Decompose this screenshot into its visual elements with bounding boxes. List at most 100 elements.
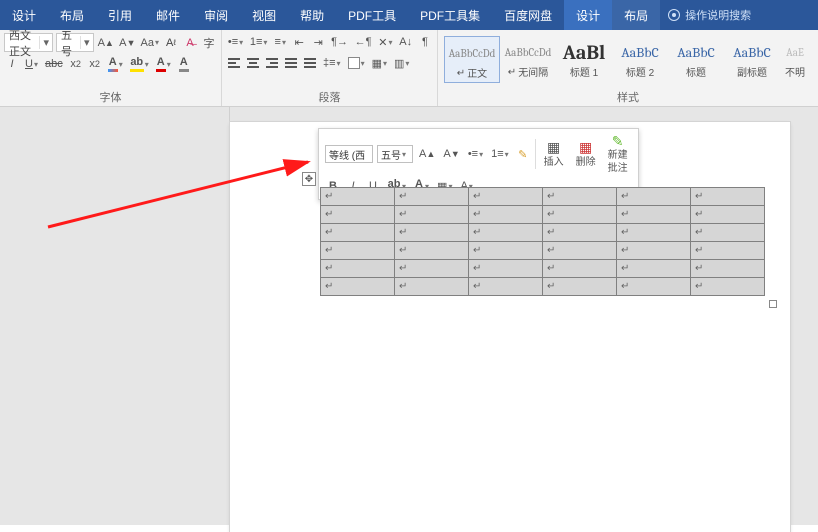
asian-layout-button[interactable]: ✕▾: [376, 33, 394, 51]
table-cell[interactable]: ↵: [321, 224, 395, 242]
italic-button[interactable]: I: [4, 55, 20, 73]
document-page[interactable]: 等线 (西 五号▾ A▲ A▼ •≡▾ 1≡▾ ✎ ▦ 插入 ▦ 删除 ✎: [230, 122, 790, 532]
table-cell[interactable]: ↵: [617, 260, 691, 278]
bullets-button[interactable]: •≡▾: [226, 33, 245, 51]
font-color-button[interactable]: A▾: [154, 55, 173, 73]
table-cell[interactable]: ↵: [617, 206, 691, 224]
tab-pdf-tools[interactable]: PDF工具: [336, 0, 408, 30]
table-move-handle[interactable]: ✥: [302, 172, 316, 186]
rtl-button[interactable]: ←¶: [353, 33, 374, 51]
style-normal[interactable]: AaBbCcDd ↵正文: [444, 36, 500, 83]
table-cell[interactable]: ↵: [395, 260, 469, 278]
table-cell[interactable]: ↵: [395, 188, 469, 206]
table-cell[interactable]: ↵: [543, 278, 617, 296]
table-cell[interactable]: ↵: [617, 242, 691, 260]
tab-review[interactable]: 审阅: [192, 0, 240, 30]
table-cell[interactable]: ↵: [543, 224, 617, 242]
table-cell[interactable]: ↵: [321, 242, 395, 260]
style-more[interactable]: AaE 不明: [780, 36, 810, 83]
tab-pdf-tools-set[interactable]: PDF工具集: [408, 0, 492, 30]
table-cell[interactable]: ↵: [469, 278, 543, 296]
table-cell[interactable]: ↵: [469, 188, 543, 206]
phonetic-guide-button[interactable]: Aℓ: [163, 34, 179, 52]
document-table[interactable]: ↵↵↵↵↵↵↵↵↵↵↵↵↵↵↵↵↵↵↵↵↵↵↵↵↵↵↵↵↵↵↵↵↵↵↵↵: [320, 187, 765, 296]
tab-mailings[interactable]: 邮件: [144, 0, 192, 30]
table-resize-handle[interactable]: [769, 300, 777, 308]
clear-format-button[interactable]: A̶: [182, 34, 198, 52]
style-subtitle[interactable]: AaBbC 副标题: [724, 36, 780, 83]
table-cell[interactable]: ↵: [469, 242, 543, 260]
tab-design1[interactable]: 设计: [0, 0, 48, 30]
font-name-combo[interactable]: 西文正文 ▾: [4, 33, 53, 52]
shading-button[interactable]: ▾: [346, 54, 367, 72]
table-cell[interactable]: ↵: [469, 260, 543, 278]
table-cell[interactable]: ↵: [395, 206, 469, 224]
table-cell[interactable]: ↵: [395, 278, 469, 296]
table-cell[interactable]: ↵: [617, 224, 691, 242]
mini-numbering[interactable]: 1≡▾: [489, 145, 511, 163]
style-title[interactable]: AaBbC 标题: [668, 36, 724, 83]
table-cell[interactable]: ↵: [469, 206, 543, 224]
mini-font-size[interactable]: 五号▾: [377, 145, 413, 163]
tab-help[interactable]: 帮助: [288, 0, 336, 30]
mini-format-painter[interactable]: ✎: [515, 145, 531, 163]
char-shading-button[interactable]: A: [176, 55, 192, 73]
numbering-button[interactable]: 1≡▾: [248, 33, 269, 51]
table-cell[interactable]: ↵: [395, 242, 469, 260]
table-cell[interactable]: ↵: [543, 206, 617, 224]
ltr-button[interactable]: ¶→: [329, 33, 350, 51]
line-spacing-button[interactable]: ‡≡▾: [321, 54, 343, 72]
sort-button[interactable]: A↓: [397, 33, 414, 51]
grow-font-button[interactable]: A▲: [97, 34, 116, 52]
table-cell[interactable]: ↵: [691, 242, 765, 260]
mini-delete-button[interactable]: ▦ 删除: [572, 140, 600, 169]
tab-table-design[interactable]: 设计: [564, 0, 612, 30]
table-cell[interactable]: ↵: [469, 224, 543, 242]
align-right-button[interactable]: [264, 54, 280, 72]
style-heading2[interactable]: AaBbC 标题 2: [612, 36, 668, 83]
tab-references[interactable]: 引用: [96, 0, 144, 30]
mini-grow-font[interactable]: A▲: [417, 145, 437, 163]
text-effects-button[interactable]: A▾: [106, 55, 125, 73]
subscript-button[interactable]: x2: [68, 55, 84, 73]
table-cell[interactable]: ↵: [543, 242, 617, 260]
mini-bullets[interactable]: •≡▾: [466, 145, 485, 163]
change-case-button[interactable]: Aa▾: [140, 34, 160, 52]
table-cell[interactable]: ↵: [617, 278, 691, 296]
enclose-char-button[interactable]: 字: [201, 34, 217, 52]
style-no-spacing[interactable]: AaBbCcDd ↵无间隔: [500, 36, 556, 83]
table-cell[interactable]: ↵: [617, 188, 691, 206]
tab-view[interactable]: 视图: [240, 0, 288, 30]
mini-insert-button[interactable]: ▦ 插入: [540, 140, 568, 169]
borders-button[interactable]: ▦▾: [370, 54, 389, 72]
mini-font-name[interactable]: 等线 (西: [325, 145, 373, 163]
strikethrough-button[interactable]: abc: [43, 55, 65, 73]
snap-to-grid-button[interactable]: ▥▾: [392, 54, 411, 72]
show-marks-button[interactable]: ¶: [417, 33, 433, 51]
table-cell[interactable]: ↵: [543, 188, 617, 206]
decrease-indent-button[interactable]: ⇤: [291, 33, 307, 51]
style-heading1[interactable]: AaBl 标题 1: [556, 36, 612, 83]
increase-indent-button[interactable]: ⇥: [310, 33, 326, 51]
tab-table-layout[interactable]: 布局: [612, 0, 660, 30]
table-cell[interactable]: ↵: [321, 278, 395, 296]
tab-baidu-netdisk[interactable]: 百度网盘: [492, 0, 564, 30]
superscript-button[interactable]: x2: [87, 55, 103, 73]
mini-shrink-font[interactable]: A▼: [441, 145, 461, 163]
shrink-font-button[interactable]: A▼: [118, 34, 137, 52]
table-cell[interactable]: ↵: [321, 206, 395, 224]
table-cell[interactable]: ↵: [321, 260, 395, 278]
align-left-button[interactable]: [226, 54, 242, 72]
table-cell[interactable]: ↵: [395, 224, 469, 242]
table-cell[interactable]: ↵: [543, 260, 617, 278]
table-cell[interactable]: ↵: [691, 224, 765, 242]
underline-button[interactable]: U▾: [23, 55, 40, 73]
table-cell[interactable]: ↵: [691, 260, 765, 278]
table-cell[interactable]: ↵: [321, 188, 395, 206]
font-size-combo[interactable]: 五号 ▾: [56, 33, 93, 52]
align-center-button[interactable]: [245, 54, 261, 72]
highlight-button[interactable]: ab▾: [128, 55, 151, 73]
mini-new-comment-button[interactable]: ✎ 新建 批注: [604, 133, 632, 175]
tell-me-search[interactable]: 操作说明搜索: [660, 0, 759, 30]
align-justify-button[interactable]: [283, 54, 299, 72]
